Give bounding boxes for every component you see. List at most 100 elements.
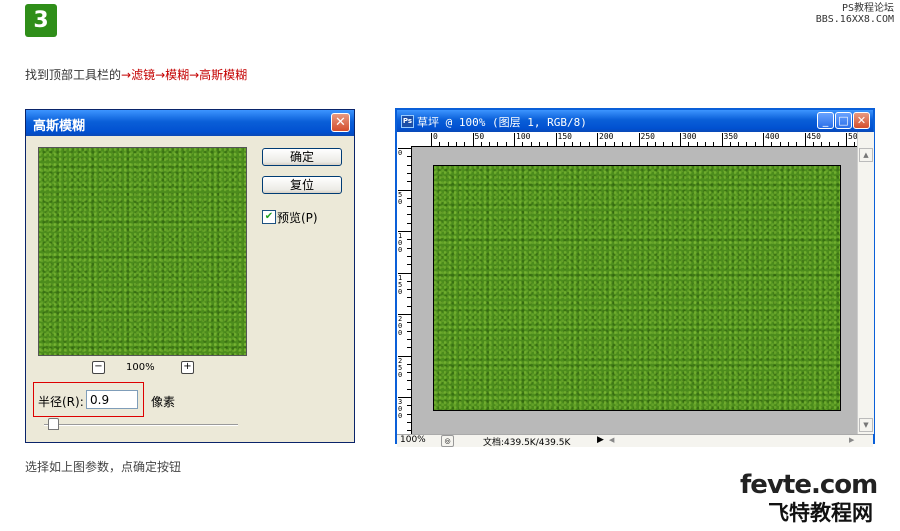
reset-button[interactable]: 复位 — [262, 176, 342, 194]
ruler-v-minor-tick — [407, 388, 411, 390]
maximize-icon[interactable]: □ — [835, 112, 852, 129]
watermark-line1: PS教程论坛 — [841, 3, 894, 14]
dialog-title-bar[interactable]: 高斯模糊 ✕ — [26, 110, 354, 136]
document-size: 文档:439.5K/439.5K — [483, 438, 571, 448]
scroll-right-icon[interactable]: ▶ — [849, 436, 854, 444]
vertical-ruler[interactable]: 0 50 100 150 200 250 300 — [397, 146, 412, 434]
ruler-h-major-tick — [555, 133, 557, 146]
minimize-icon[interactable]: _ — [817, 112, 834, 129]
ruler-v-minor-tick — [407, 322, 411, 324]
ruler-v-minor-tick — [407, 405, 411, 407]
ruler-v-minor-tick — [407, 338, 411, 340]
ruler-h-minor-tick — [547, 142, 549, 146]
ruler-h-minor-tick — [812, 142, 814, 146]
horizontal-ruler[interactable]: 0 50 100 150 200 250 300 350 400 450 500 — [411, 132, 862, 147]
ruler-v-label: 0 — [398, 149, 403, 157]
ruler-h-major-tick — [721, 133, 723, 146]
zoom-level: 100% — [126, 362, 155, 373]
radius-unit-label: 像素 — [151, 395, 176, 409]
ruler-v-minor-tick — [407, 330, 411, 332]
ruler-h-minor-tick — [497, 142, 499, 146]
close-icon[interactable]: ✕ — [853, 112, 870, 129]
ruler-h-label: 0 — [433, 132, 438, 141]
scroll-up-icon[interactable]: ▲ — [859, 148, 873, 162]
ruler-h-minor-tick — [663, 142, 665, 146]
zoom-out-button[interactable]: − — [92, 361, 105, 374]
ruler-h-minor-tick — [530, 142, 532, 146]
ruler-v-minor-tick — [407, 413, 411, 415]
ruler-h-label: 150 — [557, 132, 572, 141]
ruler-v-minor-tick — [407, 222, 411, 224]
ruler-h-minor-tick — [580, 142, 582, 146]
ruler-h-minor-tick — [572, 142, 574, 146]
ruler-h-label: 250 — [640, 132, 655, 141]
radius-slider-thumb[interactable] — [48, 418, 59, 430]
preview-checkbox[interactable]: ✔ — [262, 210, 276, 224]
ruler-v-minor-tick — [407, 181, 411, 183]
ruler-v-label: 200 — [398, 315, 403, 337]
ruler-h-minor-tick — [696, 142, 698, 146]
grass-canvas-image[interactable] — [433, 165, 841, 411]
status-info-icon[interactable]: ◎ — [441, 435, 454, 447]
ruler-h-minor-tick — [538, 142, 540, 146]
ruler-h-minor-tick — [729, 142, 731, 146]
ruler-v-minor-tick — [407, 380, 411, 382]
ruler-v-minor-tick — [407, 347, 411, 349]
ruler-v-label: 250 — [398, 356, 403, 379]
status-zoom[interactable]: 100% — [400, 435, 426, 445]
ruler-v-minor-tick — [407, 172, 411, 174]
ruler-v-minor-tick — [407, 239, 411, 241]
ruler-v-minor-tick — [407, 289, 411, 291]
ruler-h-major-tick — [680, 133, 681, 146]
vertical-scrollbar[interactable]: ▲ ▼ — [857, 132, 874, 434]
ruler-h-minor-tick — [621, 142, 623, 146]
ruler-h-major-tick — [514, 133, 515, 146]
ruler-h-minor-tick — [713, 142, 715, 146]
ruler-v-minor-tick — [407, 197, 411, 199]
scroll-left-icon[interactable]: ◀ — [609, 436, 614, 444]
ruler-v-minor-tick — [407, 264, 411, 266]
blur-preview-image[interactable] — [38, 147, 247, 356]
ruler-h-minor-tick — [821, 142, 823, 146]
site-logo-chinese: 飞特教程网 — [768, 501, 873, 525]
status-menu-arrow-icon[interactable]: ▶ — [597, 435, 604, 445]
close-icon[interactable]: ✕ — [331, 113, 350, 132]
ruler-h-minor-tick — [738, 142, 740, 146]
zoom-in-button[interactable]: + — [181, 361, 194, 374]
ruler-h-minor-tick — [489, 142, 491, 146]
ruler-v-label: 150 — [398, 273, 403, 296]
ruler-h-minor-tick — [447, 142, 449, 146]
ruler-corner — [397, 132, 412, 147]
ruler-h-minor-tick — [796, 142, 798, 146]
ruler-h-minor-tick — [563, 142, 565, 146]
ruler-h-label: 50 — [474, 132, 485, 141]
ok-button[interactable]: 确定 — [262, 148, 342, 166]
ruler-h-minor-tick — [854, 142, 856, 146]
ruler-h-major-tick — [804, 133, 806, 146]
preview-checkbox-label: 预览(P) — [277, 211, 318, 225]
ruler-h-minor-tick — [630, 142, 632, 146]
ruler-h-minor-tick — [439, 142, 441, 146]
ruler-h-minor-tick — [505, 142, 507, 146]
highlight-box — [33, 382, 144, 417]
ruler-h-label: 350 — [723, 132, 738, 141]
ruler-v-minor-tick — [407, 214, 411, 216]
instruction-text: 找到顶部工具栏的→滤镜→模糊→高斯模糊 — [25, 66, 247, 83]
ruler-h-minor-tick — [605, 142, 607, 146]
document-window: Ps 草坪 @ 100% (图层 1, RGB/8) _ □ ✕ 0 50 100 1… — [395, 108, 875, 448]
radius-slider-track[interactable] — [44, 424, 238, 426]
caption-text: 选择如上图参数，点确定按钮 — [25, 460, 182, 474]
ruler-h-minor-tick — [455, 142, 457, 146]
ruler-h-major-tick — [472, 133, 474, 146]
ruler-h-major-tick — [638, 133, 640, 146]
instruction-prefix: 找到顶部工具栏的 — [25, 68, 122, 82]
document-title: 草坪 @ 100% (图层 1, RGB/8) — [417, 116, 587, 129]
document-title-bar[interactable]: Ps 草坪 @ 100% (图层 1, RGB/8) _ □ ✕ — [397, 110, 873, 132]
scroll-down-icon[interactable]: ▼ — [859, 418, 873, 432]
ruler-h-minor-tick — [646, 142, 648, 146]
gaussian-blur-dialog: 高斯模糊 ✕ − 100% + 确定 复位 ✔ 预览(P) 半径(R): 0.9… — [25, 109, 355, 443]
ruler-h-major-tick — [597, 133, 598, 146]
ruler-h-minor-tick — [787, 142, 789, 146]
ruler-h-minor-tick — [746, 142, 748, 146]
ruler-h-minor-tick — [655, 142, 657, 146]
